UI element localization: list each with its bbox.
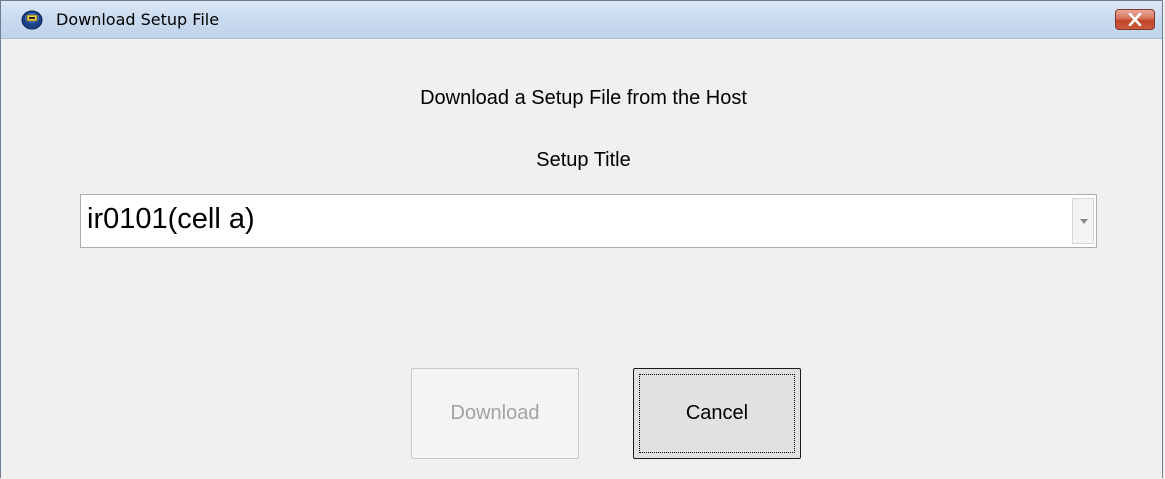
close-button[interactable] [1115, 9, 1155, 30]
download-setup-dialog: Download Setup File Download a Setup Fil… [0, 0, 1163, 478]
dropdown-arrow-button[interactable] [1072, 198, 1094, 244]
close-icon [1128, 13, 1142, 26]
setup-title-value: ir0101(cell a) [87, 203, 255, 235]
setup-title-label: Setup Title [536, 149, 631, 171]
dialog-heading: Download a Setup File from the Host [420, 87, 747, 109]
cancel-button-label: Cancel [685, 402, 749, 424]
cancel-button[interactable]: Cancel [633, 368, 801, 459]
chevron-down-icon [1080, 219, 1088, 224]
download-button[interactable]: Download [411, 368, 579, 459]
download-button-label: Download [450, 402, 540, 424]
app-icon [21, 10, 43, 30]
window-title: Download Setup File [56, 10, 220, 29]
setup-title-combobox[interactable]: ir0101(cell a) [80, 194, 1097, 248]
title-bar[interactable]: Download Setup File [1, 1, 1162, 39]
